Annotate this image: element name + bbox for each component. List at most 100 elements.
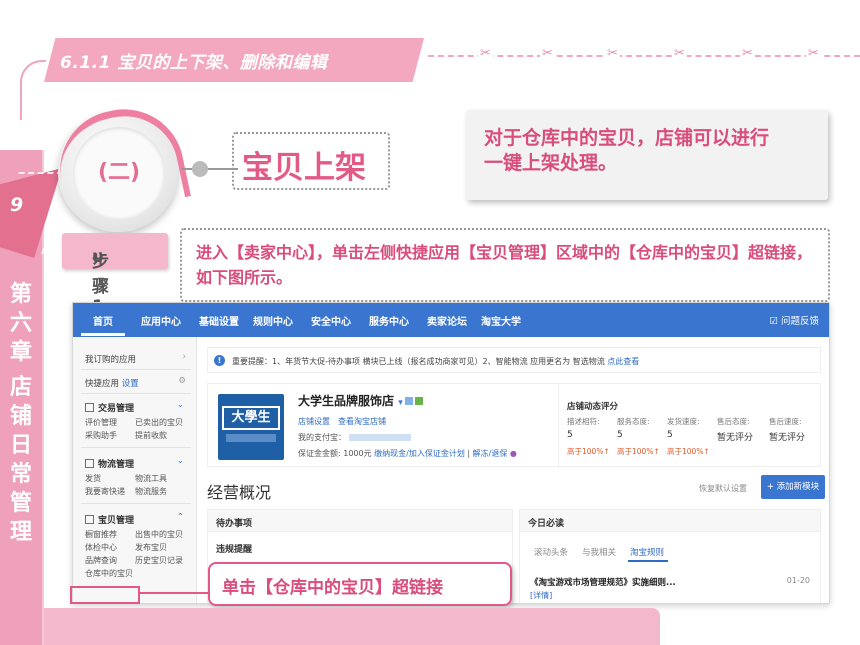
sidebar-link[interactable]: 出售中的宝贝 bbox=[135, 529, 183, 540]
connector-dot bbox=[192, 161, 208, 177]
feedback-link[interactable]: ☑ 问题反馈 bbox=[769, 313, 819, 327]
rating-percent: 高于100%↑ bbox=[667, 447, 710, 456]
sidebar-divider bbox=[81, 393, 191, 394]
alipay-account-blurred bbox=[348, 434, 411, 441]
rating-value: 5 bbox=[617, 430, 623, 440]
help-icon: ● bbox=[509, 449, 517, 458]
nav-item-apps[interactable]: 应用中心 bbox=[141, 313, 181, 328]
shop-logo-text: 大學生 bbox=[222, 406, 280, 430]
sidebar-link[interactable]: 评价管理 bbox=[85, 417, 117, 428]
sidebar-link[interactable]: 提前收款 bbox=[135, 430, 167, 441]
todo-title: 待办事项 bbox=[208, 510, 512, 532]
scissor-icon: ✂ bbox=[806, 46, 821, 61]
chapter-title: 第六章 店铺日常管理 bbox=[0, 280, 42, 547]
badge-label: (二) bbox=[97, 160, 141, 185]
sidebar-link[interactable]: 历史宝贝记录 bbox=[135, 555, 183, 566]
nav-item-basic-settings[interactable]: 基础设置 bbox=[199, 313, 239, 328]
restore-default-link[interactable]: 恢复默认设置 bbox=[699, 483, 747, 494]
shop-logo: 大學生 bbox=[218, 394, 284, 460]
sidebar-my-apps[interactable]: 我订购的应用 bbox=[85, 353, 136, 365]
shop-name[interactable]: 大学生品牌服饰店 ▾ bbox=[298, 392, 423, 409]
news-item[interactable]: 《淘宝游戏市场管理规范》实施细则... bbox=[530, 576, 676, 588]
sidebar-link[interactable]: 采购助手 bbox=[85, 430, 117, 441]
highlight-box bbox=[70, 586, 140, 604]
sidebar-quick-apps: 快捷应用 设置 bbox=[85, 379, 139, 389]
note-card: 对于仓库中的宝贝，店铺可以进行一键上架处理。 bbox=[466, 110, 828, 200]
section-title: 6.1.1 宝贝的上下架、删除和编辑 bbox=[60, 53, 328, 73]
sidebar-link[interactable]: 物流工具 bbox=[135, 473, 167, 484]
tab-active-underline bbox=[628, 560, 668, 562]
sidebar-trade-header[interactable]: 交易管理 bbox=[85, 401, 134, 414]
chevron-up-icon[interactable]: ⌃ bbox=[177, 512, 184, 522]
sidebar-link[interactable]: 物流服务 bbox=[135, 486, 167, 497]
deposit-link[interactable]: 缴纳现金/加入保证金计划 bbox=[374, 449, 465, 458]
violation-reminder[interactable]: 违规提醒 bbox=[216, 542, 252, 555]
alipay-line: 我的支付宝： bbox=[298, 432, 411, 443]
rating-header: 售后速度: bbox=[769, 417, 802, 426]
sidebar-divider bbox=[81, 503, 191, 504]
truck-icon bbox=[85, 459, 94, 468]
heading-text: 宝贝上架 bbox=[242, 150, 366, 186]
tab-headlines[interactable]: 滚动头条 bbox=[534, 546, 568, 558]
shop-settings-line: 店铺设置 查看淘宝店铺 bbox=[298, 416, 386, 427]
heading-box: 宝贝上架 bbox=[232, 132, 390, 190]
gear-icon[interactable]: ⚙ bbox=[178, 376, 186, 386]
sidebar-link[interactable]: 发布宝贝 bbox=[135, 542, 167, 553]
rating-value: 5 bbox=[567, 430, 573, 440]
sidebar-logistics-header[interactable]: 物流管理 bbox=[85, 457, 134, 470]
alert-icon: ! bbox=[214, 355, 225, 366]
quick-apps-settings-link[interactable]: 设置 bbox=[122, 379, 139, 389]
chapter-title-part-a: 第六章 bbox=[9, 282, 32, 365]
section-title-bar: 6.1.1 宝贝的上下架、删除和编辑 bbox=[44, 38, 424, 82]
scissor-icon: ✂ bbox=[478, 46, 493, 61]
rating-header: 描述相符: bbox=[567, 417, 600, 426]
view-shop-link[interactable]: 查看淘宝店铺 bbox=[338, 417, 386, 426]
nav-item-service[interactable]: 服务中心 bbox=[369, 313, 409, 328]
shop-level-icon bbox=[414, 397, 423, 405]
sidebar: 我订购的应用 › 快捷应用 设置 ⚙ 交易管理 ⌄ 评价管理 已卖出的宝贝 采购… bbox=[73, 337, 197, 603]
rating-header: 售后态度: bbox=[717, 417, 750, 426]
note-text: 对于仓库中的宝贝，店铺可以进行一键上架处理。 bbox=[484, 127, 770, 174]
warehouse-goods-link[interactable]: 仓库中的宝贝 bbox=[85, 568, 133, 579]
tab-rules[interactable]: 淘宝规则 bbox=[630, 546, 664, 558]
edit-icon: ☑ bbox=[769, 316, 778, 327]
news-date: 01-20 bbox=[786, 576, 810, 585]
nav-item-security[interactable]: 安全中心 bbox=[311, 313, 351, 328]
unfreeze-link[interactable]: 解冻/退保 bbox=[473, 449, 508, 458]
shop-rating: 店铺动态评分 描述相符: 服务态度: 发货速度: 售后态度: 售后速度: 5 5… bbox=[558, 384, 822, 468]
shop-settings-link[interactable]: 店铺设置 bbox=[298, 417, 330, 426]
notice-link[interactable]: 点此查看 bbox=[607, 357, 639, 366]
must-read-panel: 今日必读 滚动头条 与我相关 淘宝规则 《淘宝游戏市场管理规范》实施细则... … bbox=[519, 509, 821, 603]
seller-center-screenshot: 首页 应用中心 基础设置 规则中心 安全中心 服务中心 卖家论坛 淘宝大学 ☑ … bbox=[72, 302, 830, 604]
deposit-line: 保证金金额: 1000元 缴纳现金/加入保证金计划 | 解冻/退保 ● bbox=[298, 449, 517, 458]
shirt-icon bbox=[85, 515, 94, 524]
news-detail-link[interactable]: [详情] bbox=[530, 590, 552, 601]
nav-active-underline bbox=[81, 333, 125, 336]
chevron-down-icon[interactable]: ⌄ bbox=[177, 456, 184, 466]
sidebar-link[interactable]: 体检中心 bbox=[85, 542, 117, 553]
sidebar-link[interactable]: 橱窗推荐 bbox=[85, 529, 117, 540]
sidebar-link[interactable]: 品牌查询 bbox=[85, 555, 117, 566]
nav-item-forum[interactable]: 卖家论坛 bbox=[427, 313, 467, 328]
connector-line bbox=[182, 168, 238, 170]
callout-box: 单击【仓库中的宝贝】超链接 bbox=[208, 562, 512, 606]
sidebar-link[interactable]: 我要寄快递 bbox=[85, 486, 125, 497]
notice-text: 重要提醒：1、年货节大促-待办事项 横块已上线（报名成功商家可见）2、智能物流 … bbox=[232, 357, 640, 366]
step-tag: 步骤1 υ bbox=[62, 233, 168, 317]
frame-line bbox=[20, 60, 46, 120]
chevron-right-icon[interactable]: › bbox=[183, 352, 186, 362]
nav-item-university[interactable]: 淘宝大学 bbox=[481, 313, 521, 328]
sidebar-link[interactable]: 发货 bbox=[85, 473, 101, 484]
chevron-down-icon[interactable]: ⌄ bbox=[177, 400, 184, 410]
bottom-bar bbox=[44, 608, 660, 645]
overview-title: 经营概况 bbox=[207, 483, 272, 502]
scissor-icon: ✂ bbox=[605, 46, 620, 61]
sidebar-goods-header[interactable]: 宝贝管理 bbox=[85, 513, 134, 526]
nav-item-home[interactable]: 首页 bbox=[93, 313, 113, 328]
tab-related[interactable]: 与我相关 bbox=[582, 546, 616, 558]
add-module-button[interactable]: + 添加新模块 bbox=[761, 475, 825, 499]
step-tag-icon: υ bbox=[92, 247, 104, 267]
rating-percent: 高于100%↑ bbox=[567, 447, 610, 456]
nav-item-rules[interactable]: 规则中心 bbox=[253, 313, 293, 328]
sidebar-link[interactable]: 已卖出的宝贝 bbox=[135, 417, 183, 428]
